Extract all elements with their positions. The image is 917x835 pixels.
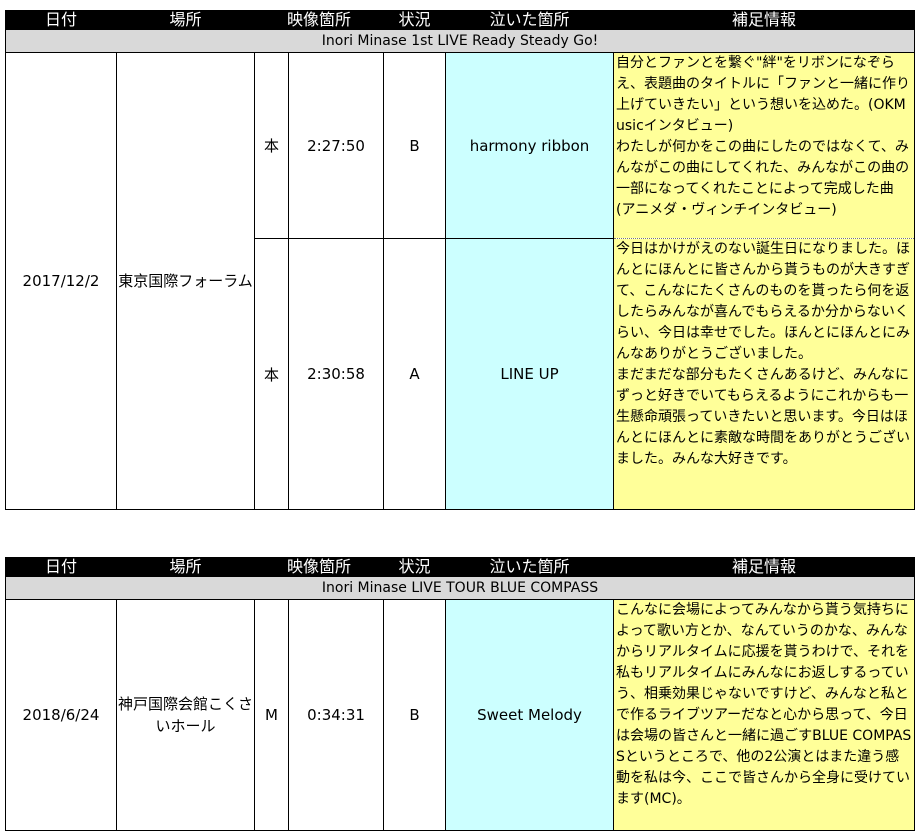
venue-cell: 神戸国際会館こくさいホール [116, 599, 255, 831]
song-cell: harmony ribbon [445, 52, 615, 239]
header-row: 日付 場所 映像箇所 状況 泣いた箇所 補足情報 [5, 557, 916, 577]
status-cell: B [383, 52, 447, 239]
source-cell: 本 [254, 52, 289, 239]
time-cell: 0:34:31 [287, 599, 385, 831]
header-venue: 場所 [116, 10, 255, 30]
live-title-row: Inori Minase LIVE TOUR BLUE COMPASS [4, 576, 916, 600]
header-date: 日付 [5, 557, 117, 577]
date-cell: 2018/6/24 [5, 599, 117, 831]
time-cell: 2:27:50 [287, 52, 385, 239]
header-cried-song: 泣いた箇所 [445, 10, 615, 30]
header-notes: 補足情報 [613, 557, 916, 577]
song-cell: LINE UP [445, 238, 615, 510]
note-cell: 今日はかけがえのない誕生日になりました。ほんとにほんとに皆さんから貰うものが大き… [613, 238, 916, 510]
header-row: 日付 場所 映像箇所 状況 泣いた箇所 補足情報 [5, 10, 916, 30]
venue-cell: 東京国際フォーラム [116, 52, 255, 510]
live-title-row: Inori Minase 1st LIVE Ready Steady Go! [4, 29, 916, 53]
source-cell: M [254, 599, 289, 831]
status-cell: A [383, 238, 447, 510]
header-video-position: 映像箇所 [253, 10, 385, 30]
song-cell: Sweet Melody [445, 599, 615, 831]
header-notes: 補足情報 [613, 10, 916, 30]
table-row: 2018/6/24 神戸国際会館こくさいホール M 0:34:31 B Swee… [5, 599, 916, 831]
source-cell: 本 [254, 238, 289, 510]
live-title: Inori Minase LIVE TOUR BLUE COMPASS [4, 576, 916, 600]
status-cell: B [383, 599, 447, 831]
date-cell: 2017/12/2 [5, 52, 117, 510]
live-table-1: 日付 場所 映像箇所 状況 泣いた箇所 補足情報 Inori Minase 1s… [4, 10, 916, 510]
table-row: 2017/12/2 東京国際フォーラム 本 2:27:50 B harmony … [5, 52, 916, 510]
header-venue: 場所 [116, 557, 255, 577]
live-title: Inori Minase 1st LIVE Ready Steady Go! [4, 29, 916, 53]
header-status: 状況 [383, 10, 447, 30]
header-cried-song: 泣いた箇所 [445, 557, 615, 577]
header-status: 状況 [383, 557, 447, 577]
header-video-position: 映像箇所 [253, 557, 385, 577]
header-date: 日付 [5, 10, 117, 30]
time-cell: 2:30:58 [287, 238, 385, 510]
note-cell: 自分とファンとを繋ぐ"絆"をリボンになぞらえ、表題曲のタイトルに「ファンと一緒に… [613, 52, 916, 239]
live-table-2: 日付 場所 映像箇所 状況 泣いた箇所 補足情報 Inori Minase LI… [4, 557, 916, 831]
note-cell: こんなに会場によってみんなから貰う気持ちによって歌い方とか、なんていうのかな、み… [613, 599, 916, 831]
